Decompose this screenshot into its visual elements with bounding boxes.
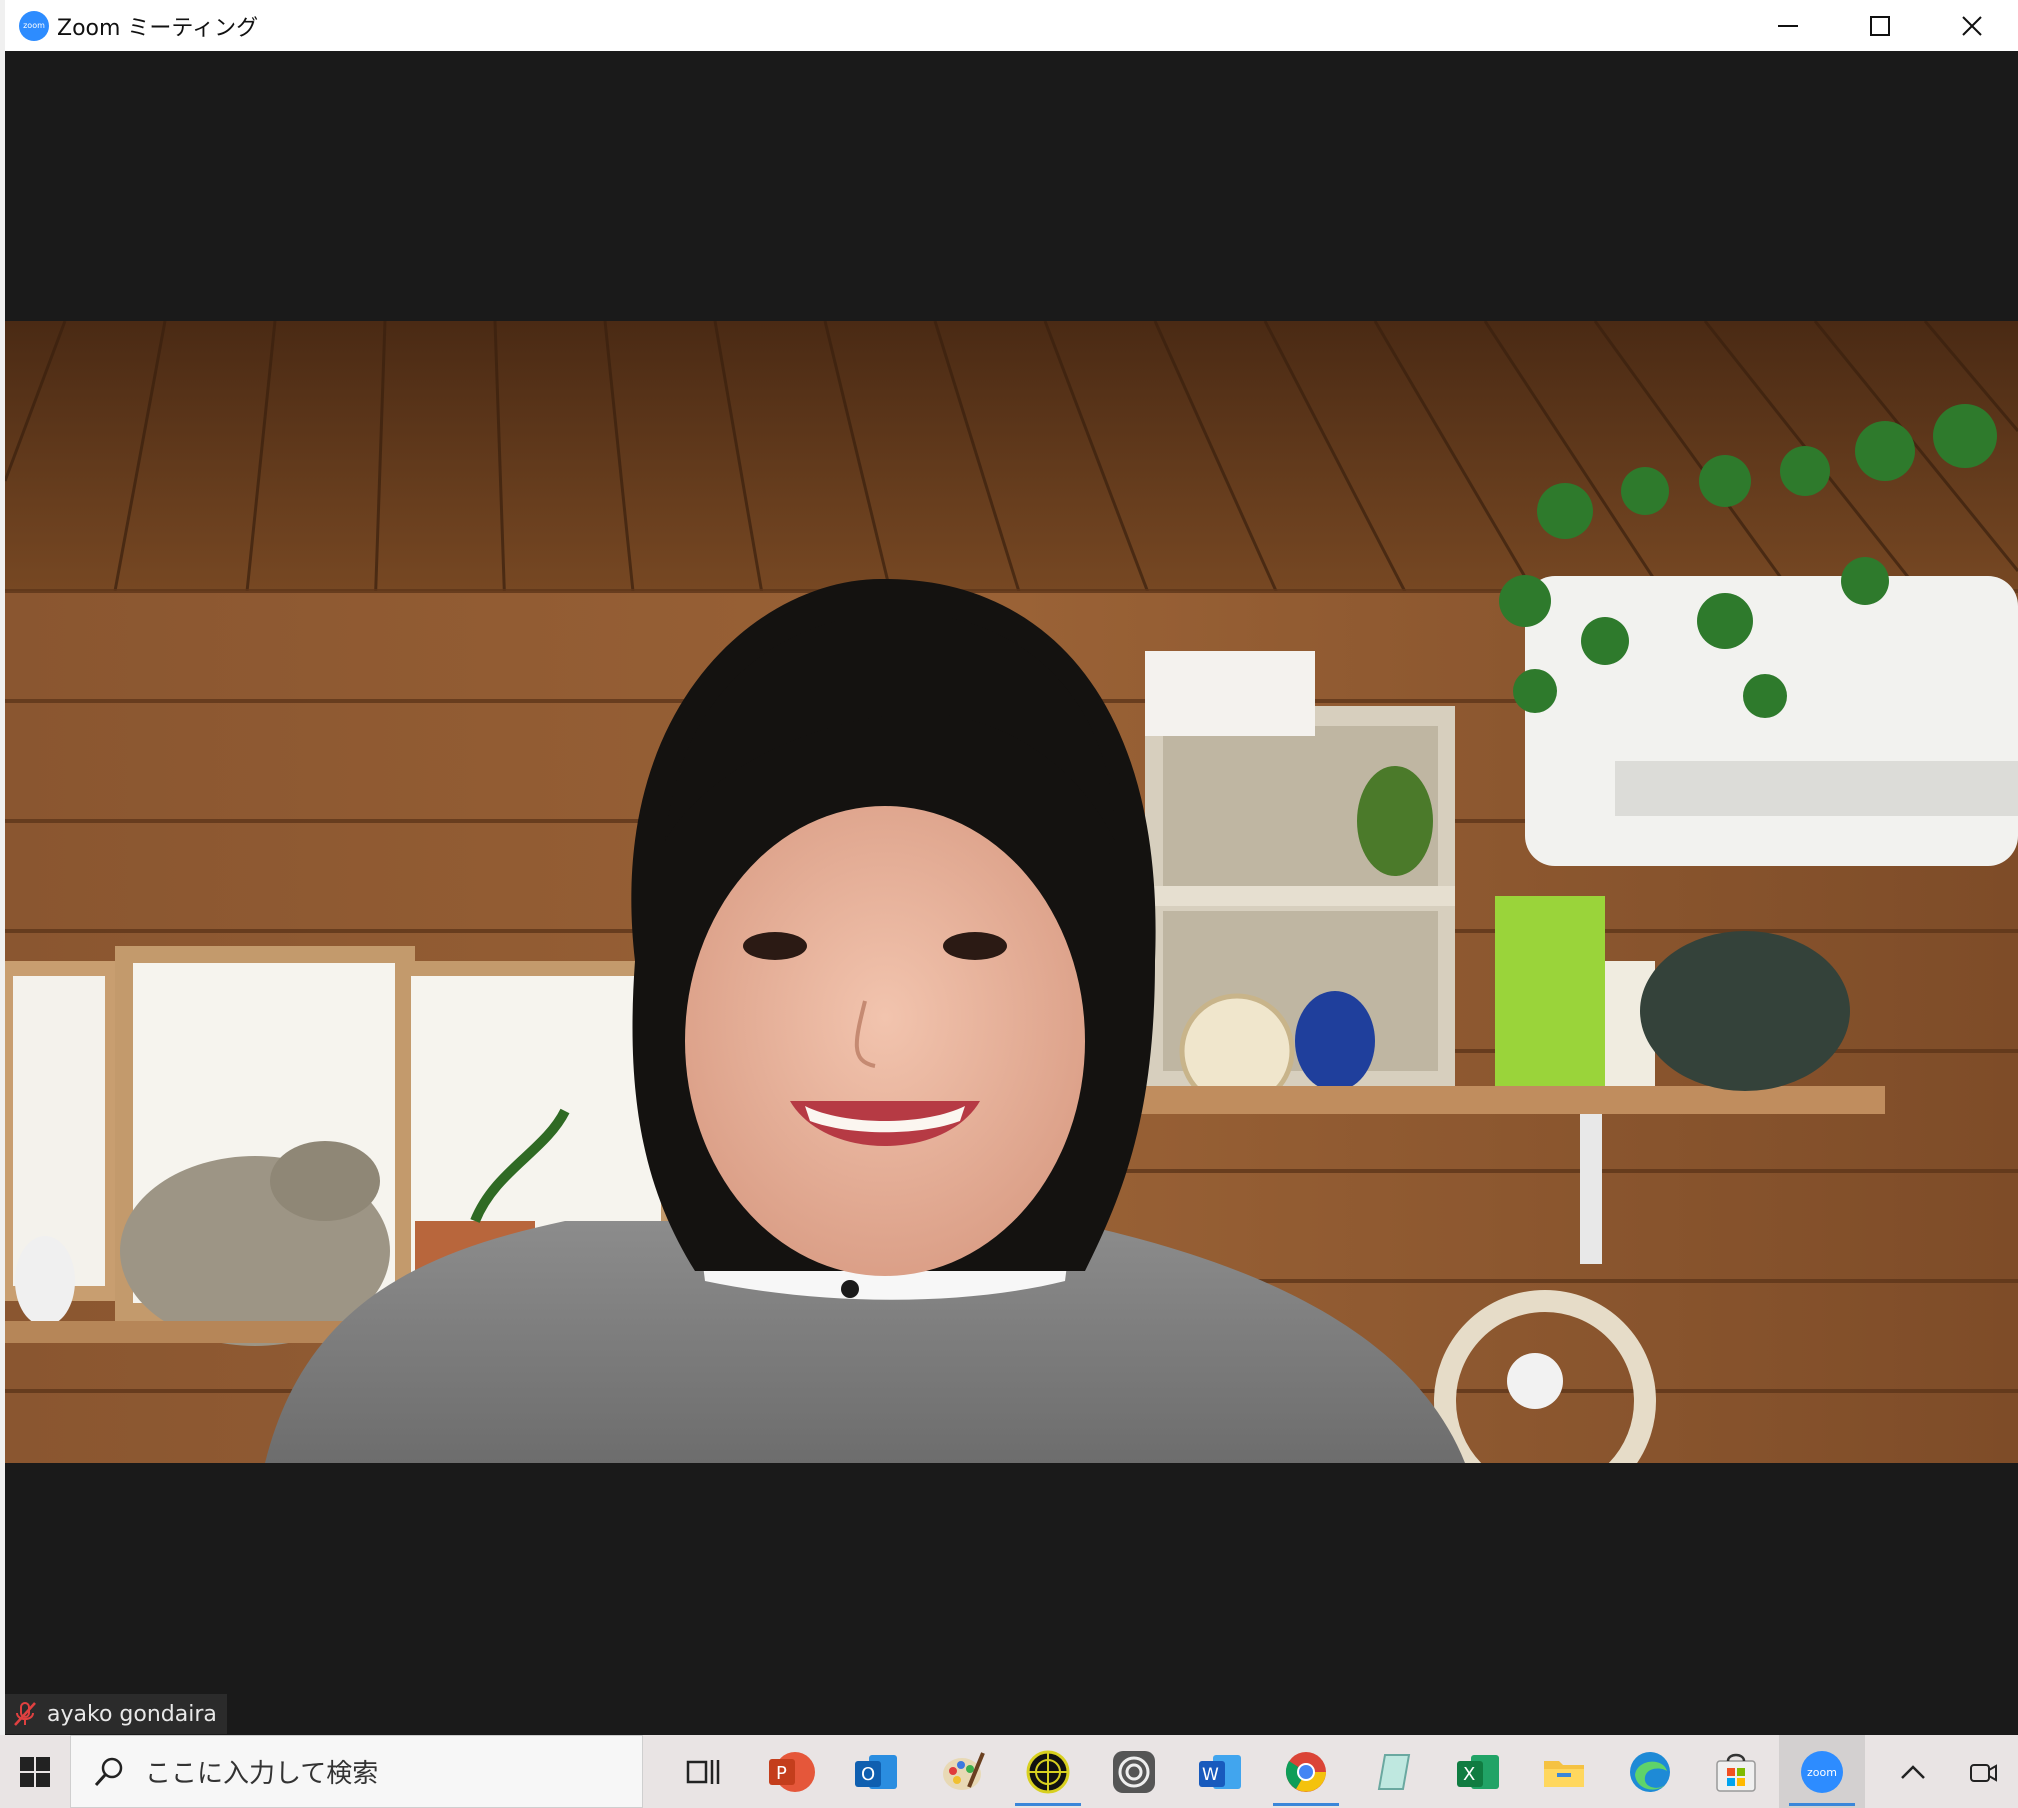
participant-name-tag: ayako gondaira xyxy=(5,1694,227,1734)
outlook-icon: O xyxy=(855,1754,897,1789)
windows-logo-icon xyxy=(20,1756,50,1787)
zoom-icon: zoom xyxy=(1801,1750,1843,1793)
svg-text:zoom: zoom xyxy=(1807,1766,1837,1779)
minimize-icon xyxy=(1778,24,1798,27)
task-view-button[interactable] xyxy=(661,1735,747,1808)
svg-text:X: X xyxy=(1463,1764,1475,1785)
word-icon: W xyxy=(1199,1754,1241,1789)
meet-now-button[interactable] xyxy=(1948,1735,2018,1808)
word-button[interactable]: W xyxy=(1177,1735,1263,1808)
minimize-button[interactable] xyxy=(1742,0,1834,51)
file-explorer-button[interactable] xyxy=(1521,1735,1607,1808)
excel-icon: X xyxy=(1457,1754,1499,1789)
taskbar-pinned-apps: P O W X zoom xyxy=(661,1735,1865,1808)
title-bar[interactable]: zoom Zoom ミーティング xyxy=(5,0,2018,52)
outlook-button[interactable]: O xyxy=(833,1735,919,1808)
zoom-taskbar-button[interactable]: zoom xyxy=(1779,1735,1865,1808)
edge-button[interactable] xyxy=(1607,1735,1693,1808)
chrome-icon xyxy=(1285,1751,1326,1792)
windows-taskbar: ここに入力して検索 P O W X zoom xyxy=(0,1735,2018,1808)
chrome-button[interactable] xyxy=(1263,1735,1349,1808)
taskbar-search-box[interactable]: ここに入力して検索 xyxy=(70,1735,643,1808)
svg-text:O: O xyxy=(861,1764,875,1785)
search-placeholder: ここに入力して検索 xyxy=(145,1759,379,1789)
close-icon xyxy=(1962,15,1982,36)
paint-button[interactable] xyxy=(919,1735,1005,1808)
svg-text:P: P xyxy=(776,1763,787,1784)
window-title: Zoom ミーティング xyxy=(57,15,259,41)
start-button[interactable] xyxy=(0,1735,70,1808)
notepad-icon xyxy=(1377,1753,1411,1790)
excel-button[interactable]: X xyxy=(1435,1735,1521,1808)
swirl-icon xyxy=(1113,1750,1155,1793)
search-icon xyxy=(93,1756,125,1788)
chevron-up-icon xyxy=(1901,1764,1925,1779)
window-controls xyxy=(1742,0,2018,51)
store-bag-icon xyxy=(1716,1753,1756,1792)
folder-icon xyxy=(1544,1760,1584,1787)
system-tray xyxy=(1878,1735,2018,1808)
close-button[interactable] xyxy=(1926,0,2018,51)
meeting-view: ayako gondaira xyxy=(5,51,2018,1735)
camera-icon xyxy=(1970,1763,1997,1782)
creative-cloud-button[interactable] xyxy=(1091,1735,1177,1808)
participant-video[interactable] xyxy=(5,321,2018,1463)
participant-name: ayako gondaira xyxy=(47,1701,217,1727)
maximize-button[interactable] xyxy=(1834,0,1926,51)
svg-text:W: W xyxy=(1202,1765,1219,1785)
powerpoint-icon: P xyxy=(769,1751,815,1792)
vpn-globe-button[interactable] xyxy=(1005,1735,1091,1808)
muted-microphone-icon xyxy=(13,1701,37,1727)
maximize-icon xyxy=(1870,15,1890,36)
powerpoint-button[interactable]: P xyxy=(747,1735,833,1808)
show-hidden-icons-button[interactable] xyxy=(1878,1735,1948,1808)
video-feed-image xyxy=(5,321,2018,1463)
notepad-app-button[interactable] xyxy=(1349,1735,1435,1808)
microsoft-store-button[interactable] xyxy=(1693,1735,1779,1808)
edge-icon xyxy=(1630,1751,1670,1792)
task-view-icon xyxy=(686,1759,720,1784)
paint-palette-icon xyxy=(943,1751,985,1790)
globe-icon xyxy=(1026,1750,1070,1793)
zoom-app-icon: zoom xyxy=(19,10,49,41)
